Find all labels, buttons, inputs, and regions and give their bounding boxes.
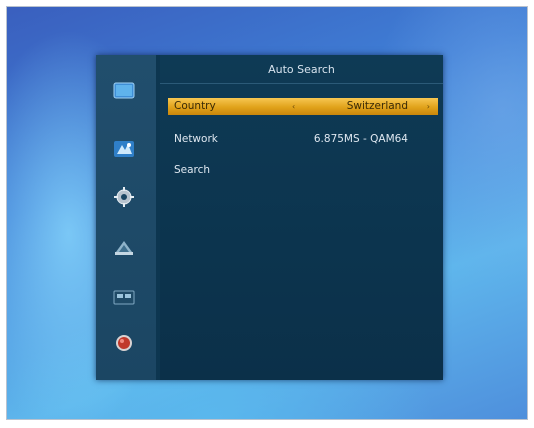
chevron-left-icon[interactable]: ‹ (292, 98, 295, 115)
settings-gear-icon[interactable] (113, 187, 135, 207)
menu-sidebar (96, 55, 156, 380)
network-row[interactable]: Network 6.875MS - QAM64 (168, 131, 438, 148)
tools-icon[interactable] (113, 237, 135, 257)
satellite-icon[interactable] (113, 139, 135, 159)
network-label: Network (174, 133, 218, 145)
media-icon[interactable] (113, 287, 135, 307)
chevron-right-icon[interactable]: › (427, 98, 430, 115)
search-label: Search (174, 164, 211, 176)
osd-menu-window: Auto Search Country ‹ Switzerland › Netw… (96, 55, 443, 380)
network-value: 6.875MS - QAM64 (313, 133, 408, 145)
tv-screen: Auto Search Country ‹ Switzerland › Netw… (6, 6, 528, 420)
country-value: Switzerland (346, 100, 408, 112)
auto-search-panel: Auto Search Country ‹ Switzerland › Netw… (160, 55, 443, 380)
record-icon[interactable] (113, 333, 135, 353)
country-label: Country (174, 100, 216, 112)
country-row[interactable]: Country ‹ Switzerland › (168, 98, 438, 115)
title-divider (160, 83, 443, 84)
menu-title: Auto Search (268, 63, 335, 76)
search-row[interactable]: Search (168, 162, 438, 179)
tv-icon[interactable] (113, 81, 135, 101)
